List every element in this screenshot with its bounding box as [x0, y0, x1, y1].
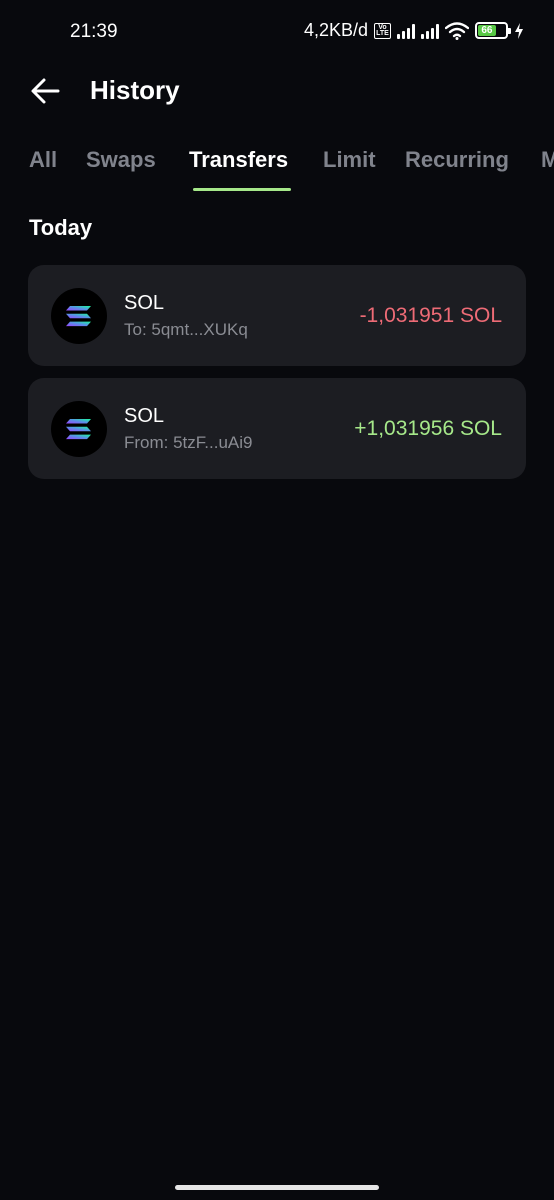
battery-level: 66	[478, 25, 496, 36]
tab-all[interactable]: All	[29, 147, 57, 173]
back-button[interactable]	[28, 73, 64, 109]
signal-icon	[421, 23, 439, 39]
page-title: History	[90, 75, 180, 105]
active-tab-indicator	[193, 188, 291, 191]
transaction-card[interactable]: SOL From: 5tzF...uAi9 +1,031956 SOL	[28, 378, 526, 479]
tab-recurring[interactable]: Recurring	[405, 147, 509, 173]
signal-icon	[397, 23, 415, 39]
wifi-icon	[445, 21, 469, 40]
status-bar: 21:39 4,2KB/d Vo LTE 66	[0, 0, 554, 62]
tab-swaps[interactable]: Swaps	[86, 147, 156, 173]
solana-icon	[51, 401, 107, 457]
history-screen: 21:39 4,2KB/d Vo LTE 66 History All Swap…	[0, 0, 554, 1200]
tab-more[interactable]: M	[541, 147, 554, 173]
transaction-amount: -1,031951 SOL	[359, 304, 502, 327]
recipient-address: To: 5qmt...XUKq	[124, 320, 248, 339]
home-indicator[interactable]	[175, 1185, 379, 1190]
transaction-amount: +1,031956 SOL	[354, 417, 502, 440]
volte-icon: Vo LTE	[374, 22, 391, 39]
token-name: SOL	[124, 405, 165, 427]
charging-icon	[515, 22, 523, 39]
status-icons: 4,2KB/d Vo LTE 66	[304, 20, 524, 41]
network-speed: 4,2KB/d	[303, 20, 368, 40]
status-time: 21:39	[70, 21, 118, 42]
sender-address: From: 5tzF...uAi9	[124, 433, 253, 452]
token-name: SOL	[124, 292, 165, 314]
solana-icon	[51, 288, 107, 344]
transaction-card[interactable]: SOL To: 5qmt...XUKq -1,031951 SOL	[28, 265, 526, 366]
section-title-today: Today	[29, 215, 93, 240]
tab-limit[interactable]: Limit	[323, 147, 376, 173]
tab-bar: All Swaps Transfers Limit Recurring M	[0, 140, 554, 196]
arrow-left-icon	[31, 78, 60, 104]
tab-transfers[interactable]: Transfers	[189, 147, 288, 173]
battery-icon: 66	[475, 22, 511, 39]
